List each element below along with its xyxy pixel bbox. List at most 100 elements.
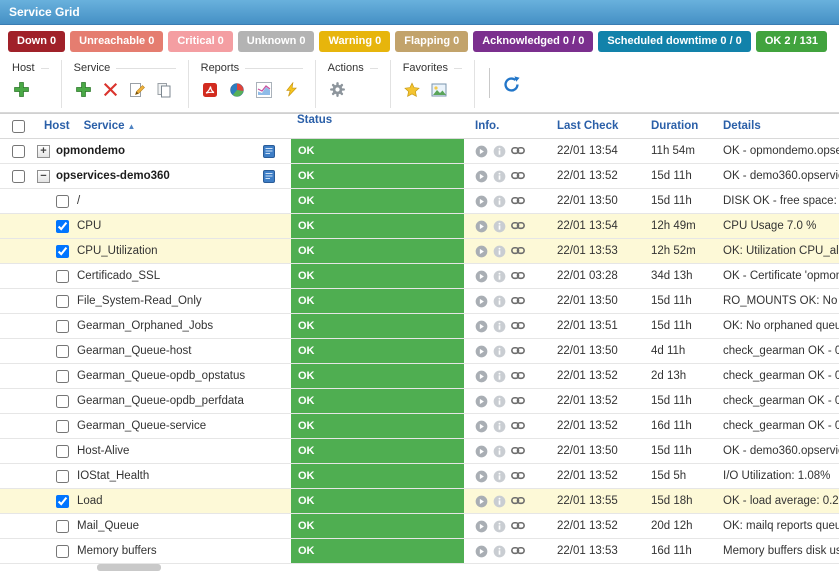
recheck-icon[interactable]: [475, 195, 488, 208]
link-icon[interactable]: [511, 271, 525, 281]
service-name[interactable]: File_System-Read_Only: [77, 295, 202, 307]
row-checkbox[interactable]: [56, 245, 69, 258]
status-button-unknown[interactable]: Unknown 0: [238, 31, 315, 52]
link-icon[interactable]: [511, 346, 525, 356]
row-checkbox[interactable]: [56, 270, 69, 283]
recheck-icon[interactable]: [475, 395, 488, 408]
recheck-icon[interactable]: [475, 220, 488, 233]
service-row[interactable]: Gearman_Queue-serviceOK22/01 13:5216d 11…: [0, 414, 839, 439]
recheck-icon[interactable]: [475, 145, 488, 158]
recheck-icon[interactable]: [475, 345, 488, 358]
info-icon[interactable]: [493, 545, 506, 558]
link-icon[interactable]: [511, 446, 525, 456]
status-button-flapping[interactable]: Flapping 0: [395, 31, 468, 52]
column-header-service[interactable]: Service: [70, 120, 125, 132]
row-checkbox[interactable]: [56, 545, 69, 558]
service-row[interactable]: Memory buffersOK22/01 13:5316d 11hMemory…: [0, 539, 839, 564]
host-notes-icon[interactable]: [263, 170, 275, 183]
copy-service-icon[interactable]: [155, 80, 174, 99]
row-checkbox[interactable]: [56, 345, 69, 358]
service-row[interactable]: Gearman_Queue-opdb_perfdataOK22/01 13:52…: [0, 389, 839, 414]
link-icon[interactable]: [511, 321, 525, 331]
row-checkbox[interactable]: [56, 320, 69, 333]
refresh-icon[interactable]: [502, 75, 521, 94]
info-icon[interactable]: [493, 295, 506, 308]
service-name[interactable]: Certificado_SSL: [77, 270, 160, 282]
service-row[interactable]: Gearman_Queue-hostOK22/01 13:504d 11hche…: [0, 339, 839, 364]
recheck-icon[interactable]: [475, 370, 488, 383]
service-name[interactable]: Gearman_Queue-opdb_perfdata: [77, 395, 244, 407]
status-button-warning[interactable]: Warning 0: [319, 31, 390, 52]
recheck-icon[interactable]: [475, 295, 488, 308]
service-row[interactable]: Gearman_Orphaned_JobsOK22/01 13:5115d 11…: [0, 314, 839, 339]
row-checkbox[interactable]: [56, 395, 69, 408]
service-row[interactable]: IOStat_HealthOK22/01 13:5215d 5hI/O Util…: [0, 464, 839, 489]
delete-service-icon[interactable]: [101, 80, 120, 99]
info-icon[interactable]: [493, 395, 506, 408]
link-icon[interactable]: [511, 371, 525, 381]
column-header-last-check[interactable]: Last Check: [557, 120, 618, 132]
service-row[interactable]: /OK22/01 13:5015d 11hDISK OK - free spac…: [0, 189, 839, 214]
recheck-icon[interactable]: [475, 420, 488, 433]
status-button-scheduled-downtime[interactable]: Scheduled downtime 0 / 0: [598, 31, 750, 52]
settings-icon[interactable]: [328, 80, 347, 99]
row-checkbox[interactable]: [12, 145, 25, 158]
link-icon[interactable]: [511, 196, 525, 206]
info-icon[interactable]: [493, 270, 506, 283]
pdf-report-icon[interactable]: [201, 80, 220, 99]
recheck-icon[interactable]: [475, 170, 488, 183]
info-icon[interactable]: [493, 370, 506, 383]
host-row[interactable]: −opservices-demo360OK22/01 13:5215d 11hO…: [0, 164, 839, 189]
favorite-star-icon[interactable]: [403, 80, 422, 99]
quick-report-icon[interactable]: [282, 80, 301, 99]
info-icon[interactable]: [493, 520, 506, 533]
column-header-duration[interactable]: Duration: [651, 120, 698, 132]
recheck-icon[interactable]: [475, 245, 488, 258]
info-icon[interactable]: [493, 345, 506, 358]
info-icon[interactable]: [493, 320, 506, 333]
link-icon[interactable]: [511, 396, 525, 406]
service-row[interactable]: Certificado_SSLOK22/01 03:2834d 13hOK - …: [0, 264, 839, 289]
pie-report-icon[interactable]: [228, 80, 247, 99]
info-icon[interactable]: [493, 445, 506, 458]
link-icon[interactable]: [511, 471, 525, 481]
status-button-unreachable[interactable]: Unreachable 0: [70, 31, 163, 52]
service-row[interactable]: CPU_UtilizationOK22/01 13:5312h 52mOK: U…: [0, 239, 839, 264]
row-checkbox[interactable]: [56, 295, 69, 308]
row-checkbox[interactable]: [56, 495, 69, 508]
link-icon[interactable]: [511, 221, 525, 231]
column-header-info[interactable]: Info.: [475, 120, 499, 132]
favorite-view-icon[interactable]: [430, 80, 449, 99]
host-name[interactable]: opmondemo: [56, 145, 125, 157]
info-icon[interactable]: [493, 220, 506, 233]
host-notes-icon[interactable]: [263, 145, 275, 158]
edit-service-icon[interactable]: [128, 80, 147, 99]
link-icon[interactable]: [511, 421, 525, 431]
add-host-icon[interactable]: [12, 80, 31, 99]
service-name[interactable]: Gearman_Queue-service: [77, 420, 206, 432]
recheck-icon[interactable]: [475, 470, 488, 483]
column-header-host[interactable]: Host: [36, 120, 70, 132]
recheck-icon[interactable]: [475, 520, 488, 533]
recheck-icon[interactable]: [475, 270, 488, 283]
info-icon[interactable]: [493, 195, 506, 208]
recheck-icon[interactable]: [475, 545, 488, 558]
link-icon[interactable]: [511, 146, 525, 156]
horizontal-scrollbar-thumb[interactable]: [97, 564, 161, 571]
service-name[interactable]: Load: [77, 495, 103, 507]
graph-report-icon[interactable]: [255, 80, 274, 99]
info-icon[interactable]: [493, 495, 506, 508]
service-name[interactable]: CPU: [77, 220, 101, 232]
link-icon[interactable]: [511, 296, 525, 306]
service-row[interactable]: CPUOK22/01 13:5412h 49mCPU Usage 7.0 %: [0, 214, 839, 239]
host-row[interactable]: +opmondemoOK22/01 13:5411h 54mOK - opmon…: [0, 139, 839, 164]
info-icon[interactable]: [493, 145, 506, 158]
service-name[interactable]: Gearman_Orphaned_Jobs: [77, 320, 213, 332]
status-button-acknowledged[interactable]: Acknowledged 0 / 0: [473, 31, 593, 52]
row-checkbox[interactable]: [56, 420, 69, 433]
status-button-ok[interactable]: OK 2 / 131: [756, 31, 827, 52]
service-row[interactable]: LoadOK22/01 13:5515d 18hOK - load averag…: [0, 489, 839, 514]
service-row[interactable]: Mail_QueueOK22/01 13:5220d 12hOK: mailq …: [0, 514, 839, 539]
recheck-icon[interactable]: [475, 495, 488, 508]
select-all-checkbox[interactable]: [12, 120, 25, 133]
